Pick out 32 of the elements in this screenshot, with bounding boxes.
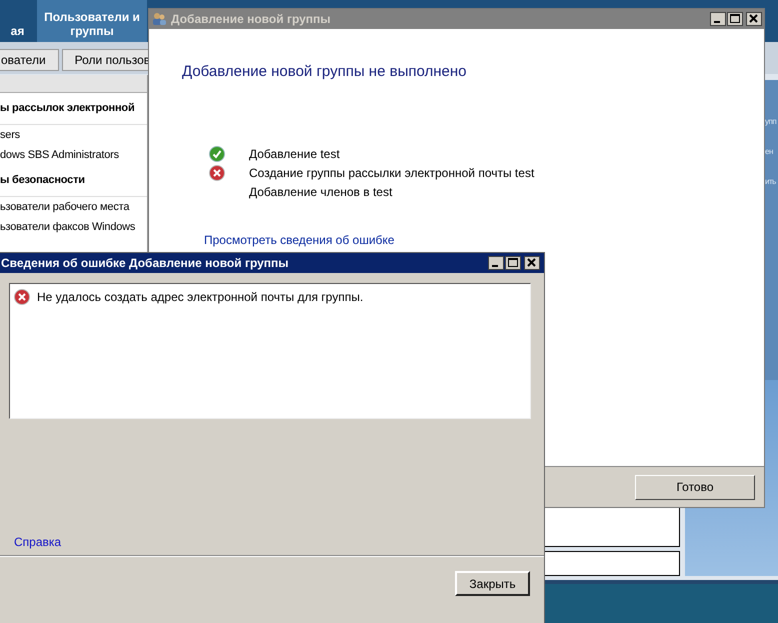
list-item[interactable]: dows SBS Administrators bbox=[0, 145, 147, 165]
error-icon bbox=[209, 164, 225, 180]
close-icon[interactable] bbox=[524, 256, 540, 270]
dialog-heading: Добавление новой группы не выполнено bbox=[182, 62, 468, 82]
minimize-icon[interactable] bbox=[488, 256, 504, 270]
step-text: Создание группы рассылки электронной почты test bbox=[249, 164, 534, 182]
group-header: ы безопасности bbox=[0, 165, 147, 197]
sub-tab[interactable]: ователи bbox=[0, 49, 59, 71]
step-text: Добавление test bbox=[249, 146, 340, 162]
group-header: ы рассылок электронной bbox=[0, 93, 147, 125]
check-icon bbox=[209, 146, 225, 162]
window-title: Добавление новой группы bbox=[171, 11, 332, 28]
step-text: Добавление членов в test bbox=[249, 184, 392, 200]
window-title: Сведения об ошибке Добавление новой группы bbox=[1, 255, 290, 272]
done-button[interactable]: Готово bbox=[635, 474, 755, 500]
details-link[interactable]: Просмотреть сведения об ошибке bbox=[204, 230, 394, 248]
maximize-icon[interactable] bbox=[505, 256, 521, 270]
side-text: ить bbox=[765, 176, 777, 188]
minimize-icon[interactable] bbox=[710, 12, 726, 26]
list-item[interactable]: ьзователи факсов Windows bbox=[0, 217, 147, 237]
help-link[interactable]: Справка bbox=[14, 533, 62, 551]
error-icon bbox=[14, 289, 30, 305]
users-icon bbox=[151, 11, 167, 27]
side-text: ен bbox=[765, 146, 774, 158]
nav-tab[interactable]: Пользователи и группы bbox=[37, 0, 147, 42]
close-icon[interactable] bbox=[746, 12, 762, 26]
error-message: Не удалось создать адрес электронной почты для группы. bbox=[37, 289, 364, 306]
close-button[interactable]: Закрыть bbox=[455, 571, 530, 596]
list-item[interactable]: sers bbox=[0, 125, 147, 145]
list-item[interactable]: ьзователи рабочего места bbox=[0, 197, 147, 217]
side-text: упп bbox=[765, 116, 778, 128]
maximize-icon[interactable] bbox=[727, 12, 743, 26]
